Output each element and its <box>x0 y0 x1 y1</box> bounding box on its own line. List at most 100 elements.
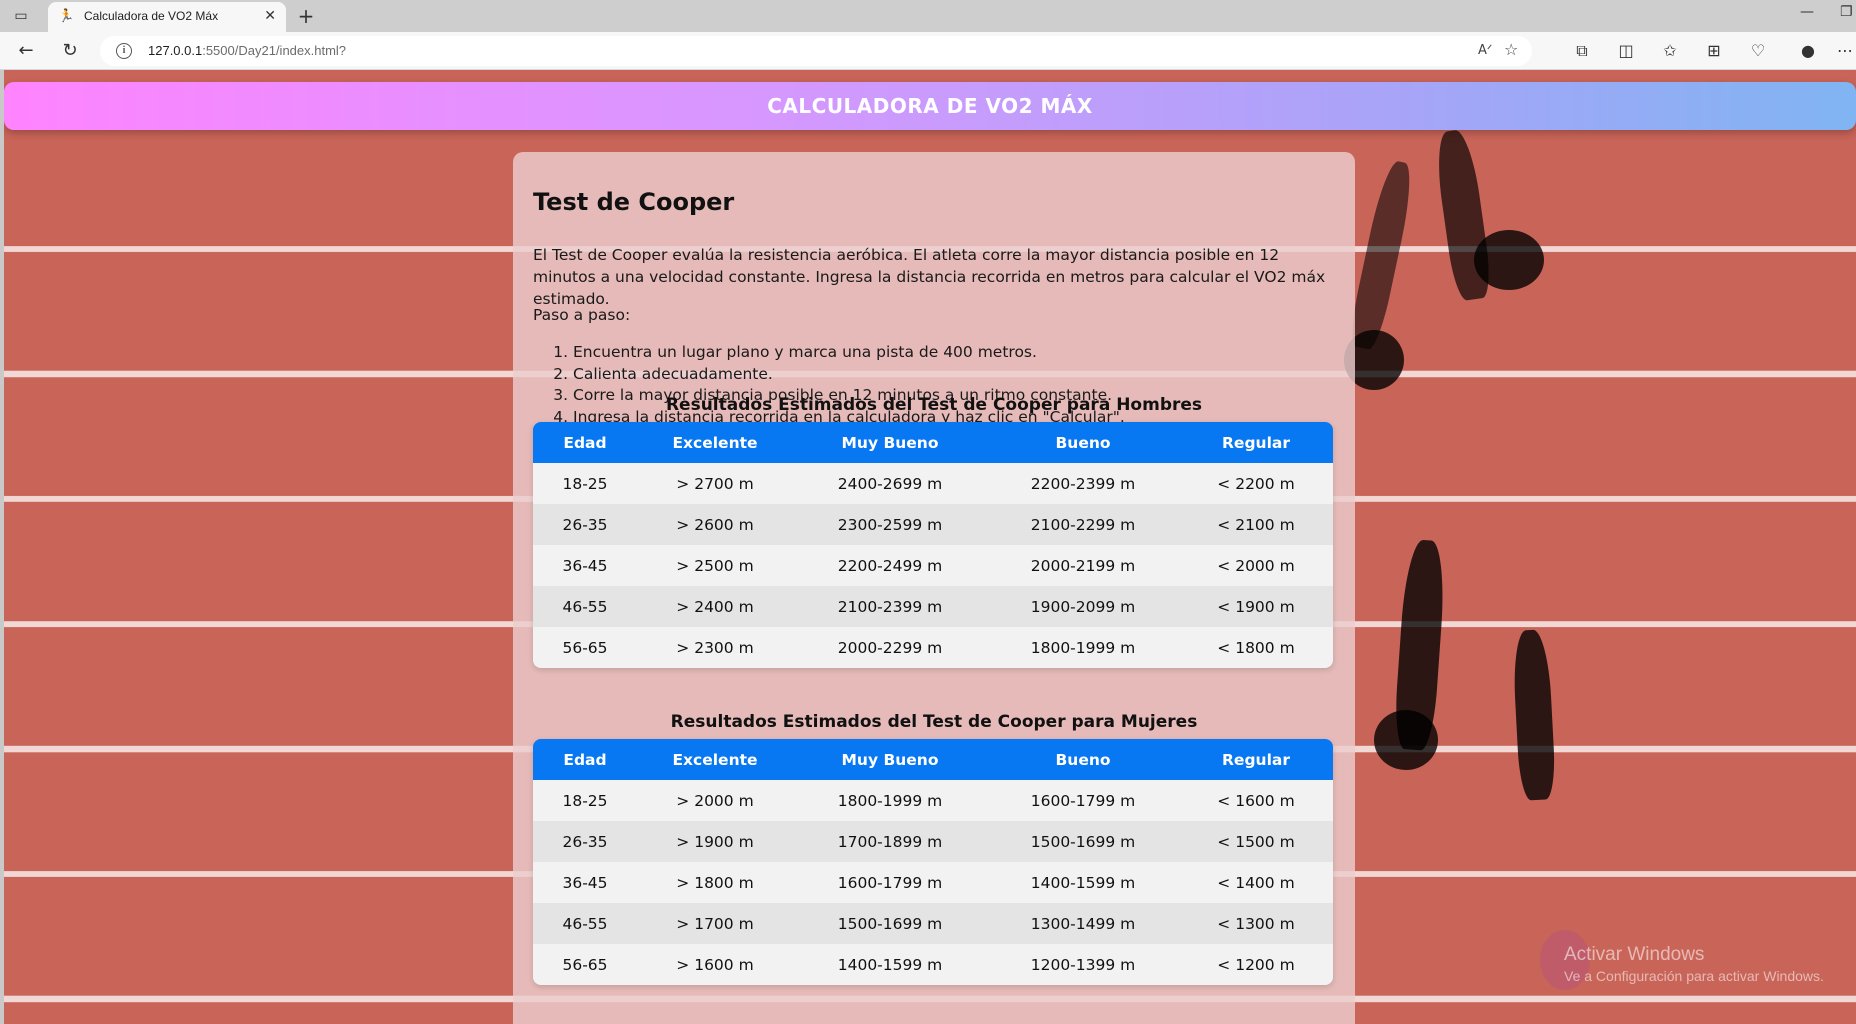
read-aloud-icon[interactable]: Aᐟ <box>1478 43 1492 58</box>
steps-heading: Paso a paso: <box>533 306 631 324</box>
runner-shadow <box>1346 158 1418 352</box>
men-table-title: Resultados Estimados del Test de Cooper … <box>665 395 1203 415</box>
cell-edad: 18-25 <box>533 463 637 504</box>
tab-title: Calculadora de VO2 Máx <box>84 9 219 23</box>
browser-tab[interactable]: 🏃 Calculadora de VO2 Máx ✕ <box>48 2 286 32</box>
cell-muy-bueno: 1800-1999 m <box>793 780 987 821</box>
cell-excelente: > 2600 m <box>637 504 793 545</box>
refresh-icon[interactable]: ↻ <box>58 39 82 63</box>
header-edad: Edad <box>533 739 637 780</box>
cell-edad: 26-35 <box>533 821 637 862</box>
cell-regular: < 1800 m <box>1179 627 1333 668</box>
tab-actions-icon[interactable]: ▭ <box>12 7 30 25</box>
profile-icon[interactable]: ● <box>1797 40 1819 62</box>
cell-edad: 56-65 <box>533 944 637 985</box>
cell-edad: 46-55 <box>533 586 637 627</box>
url-text[interactable]: 127.0.0.1:5500/Day21/index.html? <box>148 43 346 58</box>
cell-muy-bueno: 2100-2399 m <box>793 586 987 627</box>
cell-excelente: > 2300 m <box>637 627 793 668</box>
cell-bueno: 1600-1799 m <box>987 780 1179 821</box>
cell-regular: < 2000 m <box>1179 545 1333 586</box>
table-row: 56-65 > 1600 m 1400-1599 m 1200-1399 m <… <box>533 944 1333 985</box>
favorites-icon[interactable]: ✩ <box>1659 40 1681 62</box>
table-row: 46-55 > 2400 m 2100-2399 m 1900-2099 m <… <box>533 586 1333 627</box>
cell-edad: 46-55 <box>533 903 637 944</box>
header-muy-bueno: Muy Bueno <box>793 422 987 463</box>
extensions-icon[interactable]: ⧉ <box>1571 40 1593 62</box>
runner-shadow <box>1511 629 1557 801</box>
cell-excelente: > 2700 m <box>637 463 793 504</box>
cell-excelente: > 2000 m <box>637 780 793 821</box>
cell-regular: < 2100 m <box>1179 504 1333 545</box>
header-regular: Regular <box>1179 739 1333 780</box>
cell-edad: 36-45 <box>533 545 637 586</box>
cell-edad: 56-65 <box>533 627 637 668</box>
collections-icon[interactable]: ⊞ <box>1703 40 1725 62</box>
women-results-table: Edad Excelente Muy Bueno Bueno Regular 1… <box>533 739 1333 985</box>
table-row: 18-25 > 2000 m 1800-1999 m 1600-1799 m <… <box>533 780 1333 821</box>
cell-bueno: 1900-2099 m <box>987 586 1179 627</box>
table-row: 36-45 > 2500 m 2200-2499 m 2000-2199 m <… <box>533 545 1333 586</box>
address-bar[interactable]: i 127.0.0.1:5500/Day21/index.html? Aᐟ ☆ <box>100 36 1532 66</box>
browser-toolbar: ← ↻ i 127.0.0.1:5500/Day21/index.html? A… <box>0 32 1856 70</box>
browser-essentials-icon[interactable]: ♡ <box>1747 40 1769 62</box>
table-header-row: Edad Excelente Muy Bueno Bueno Regular <box>533 422 1333 463</box>
table-row: 26-35 > 2600 m 2300-2599 m 2100-2299 m <… <box>533 504 1333 545</box>
cell-excelente: > 1900 m <box>637 821 793 862</box>
section-title: Test de Cooper <box>533 188 735 216</box>
page-header: CALCULADORA DE VO2 MÁX <box>4 82 1856 130</box>
cell-edad: 26-35 <box>533 504 637 545</box>
runner-favicon-icon: 🏃 <box>58 9 75 24</box>
cell-bueno: 1300-1499 m <box>987 903 1179 944</box>
header-bueno: Bueno <box>987 739 1179 780</box>
cell-bueno: 1400-1599 m <box>987 862 1179 903</box>
favorite-star-icon[interactable]: ☆ <box>1504 40 1518 59</box>
runner-figure <box>1474 230 1544 290</box>
cell-edad: 36-45 <box>533 862 637 903</box>
header-excelente: Excelente <box>637 422 793 463</box>
table-row: 36-45 > 1800 m 1600-1799 m 1400-1599 m <… <box>533 862 1333 903</box>
table-row: 56-65 > 2300 m 2000-2299 m 1800-1999 m <… <box>533 627 1333 668</box>
cell-excelente: > 1600 m <box>637 944 793 985</box>
cell-excelente: > 2500 m <box>637 545 793 586</box>
header-edad: Edad <box>533 422 637 463</box>
browser-tab-strip: ▭ 🏃 Calculadora de VO2 Máx ✕ + — ❐ <box>0 0 1856 32</box>
table-header-row: Edad Excelente Muy Bueno Bueno Regular <box>533 739 1333 780</box>
cell-bueno: 2000-2199 m <box>987 545 1179 586</box>
cell-muy-bueno: 2400-2699 m <box>793 463 987 504</box>
watermark-subtitle: Ve a Configuración para activar Windows. <box>1564 968 1824 984</box>
more-options-icon[interactable]: ⋯ <box>1834 40 1856 62</box>
cell-bueno: 2100-2299 m <box>987 504 1179 545</box>
cell-muy-bueno: 2300-2599 m <box>793 504 987 545</box>
table-row: 46-55 > 1700 m 1500-1699 m 1300-1499 m <… <box>533 903 1333 944</box>
info-icon[interactable]: i <box>116 43 132 59</box>
cell-bueno: 2200-2399 m <box>987 463 1179 504</box>
cell-muy-bueno: 2200-2499 m <box>793 545 987 586</box>
cell-regular: < 2200 m <box>1179 463 1333 504</box>
runner-figure <box>1374 710 1438 770</box>
cell-muy-bueno: 1400-1599 m <box>793 944 987 985</box>
men-results-table: Edad Excelente Muy Bueno Bueno Regular 1… <box>533 422 1333 668</box>
restore-icon[interactable]: ❐ <box>1840 4 1853 20</box>
windows-activation-watermark: Activar Windows Ve a Configuración para … <box>1564 944 1824 984</box>
cell-edad: 18-25 <box>533 780 637 821</box>
header-muy-bueno: Muy Bueno <box>793 739 987 780</box>
split-screen-icon[interactable]: ◫ <box>1615 40 1637 62</box>
header-regular: Regular <box>1179 422 1333 463</box>
back-icon[interactable]: ← <box>14 39 38 63</box>
step-item: Encuentra un lugar plano y marca una pis… <box>573 342 1125 364</box>
cell-bueno: 1200-1399 m <box>987 944 1179 985</box>
cell-regular: < 1900 m <box>1179 586 1333 627</box>
cell-excelente: > 1700 m <box>637 903 793 944</box>
new-tab-icon[interactable]: + <box>294 4 318 28</box>
minimize-icon[interactable]: — <box>1800 4 1814 20</box>
cell-excelente: > 1800 m <box>637 862 793 903</box>
cell-bueno: 1800-1999 m <box>987 627 1179 668</box>
cooper-test-card: Test de Cooper El Test de Cooper evalúa … <box>513 152 1355 1024</box>
cell-regular: < 1600 m <box>1179 780 1333 821</box>
cell-regular: < 1400 m <box>1179 862 1333 903</box>
steps-list: Encuentra un lugar plano y marca una pis… <box>573 342 1125 428</box>
close-tab-icon[interactable]: ✕ <box>264 8 276 24</box>
watermark-title: Activar Windows <box>1564 944 1705 965</box>
intro-text: El Test de Cooper evalúa la resistencia … <box>533 246 1326 308</box>
